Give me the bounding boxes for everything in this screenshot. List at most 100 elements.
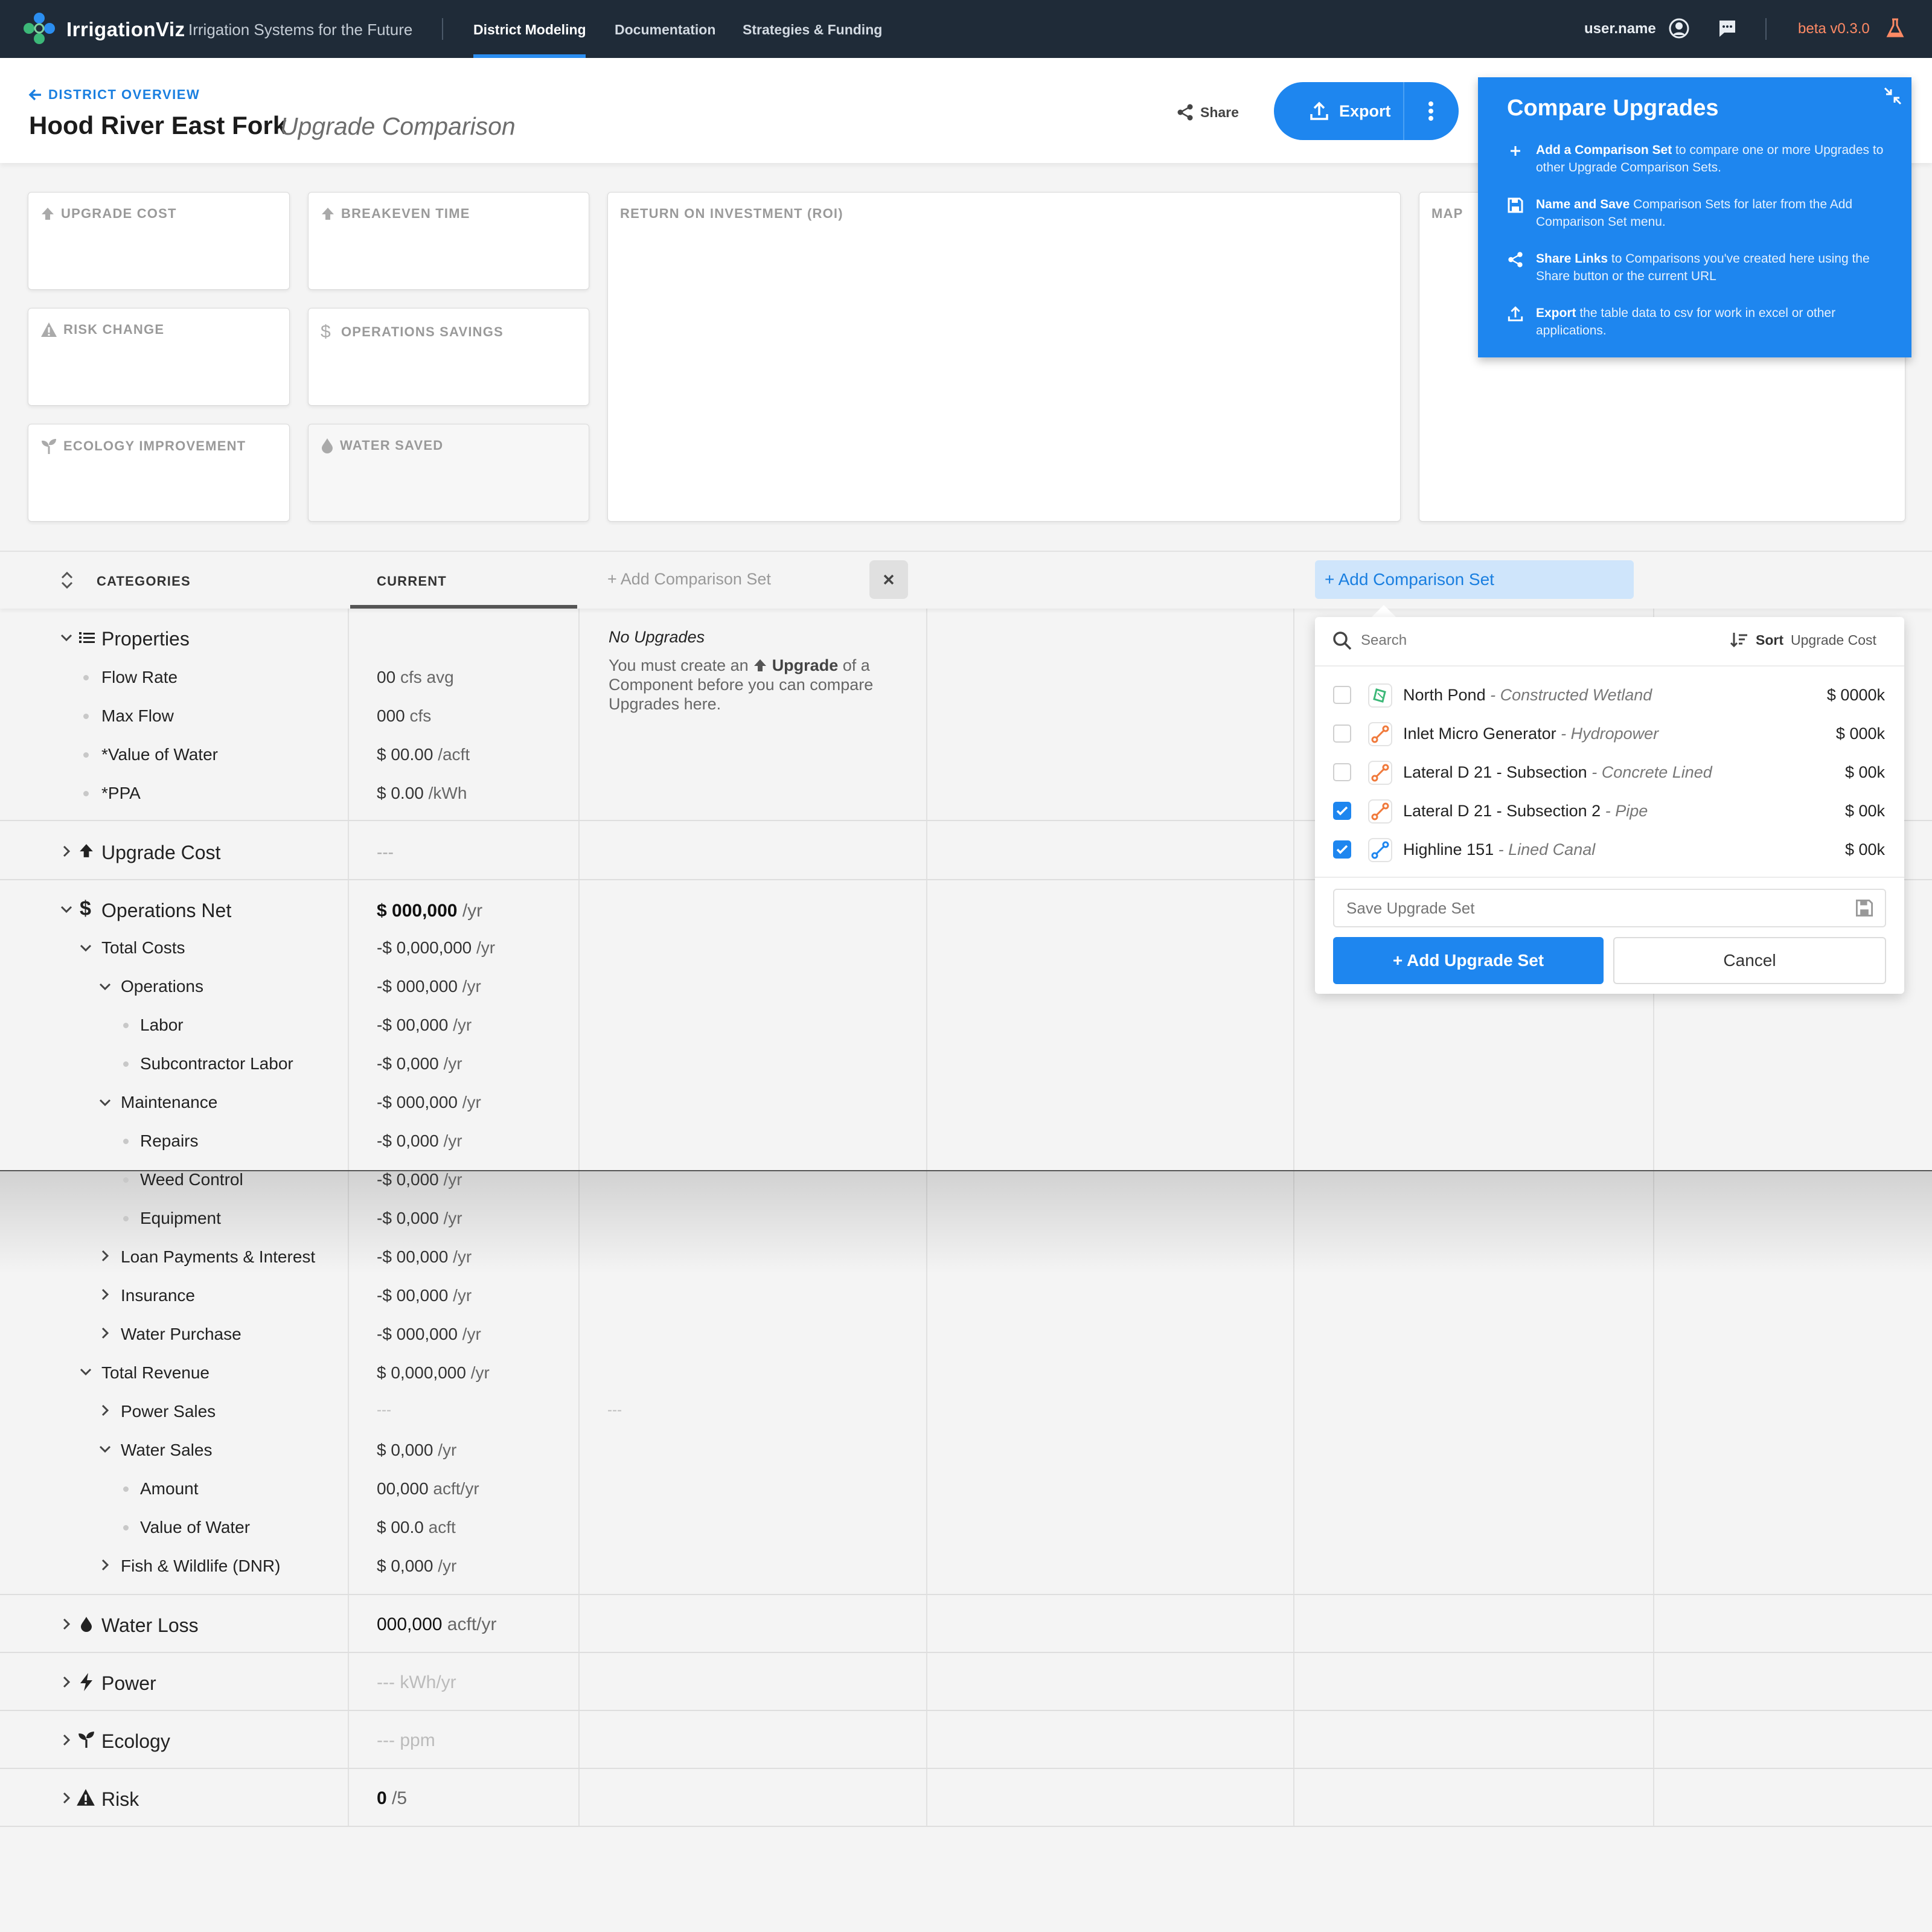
row-divider: [0, 1826, 1932, 1827]
bullet: [83, 752, 89, 758]
value-weed-control: -$ 0,000 /yr: [377, 1170, 462, 1189]
tip-title: Name and Save: [1536, 197, 1630, 211]
search-input[interactable]: [1361, 628, 1663, 653]
chevron-down-icon[interactable]: [59, 902, 74, 916]
bullet: [83, 791, 89, 796]
chevron-right-icon[interactable]: [98, 1287, 112, 1302]
brand-name[interactable]: IrrigationViz: [66, 18, 185, 41]
bullet: [123, 1177, 129, 1183]
value-ppa: $ 0.00 /kWh: [377, 784, 467, 802]
chevron-down-icon[interactable]: [78, 941, 93, 955]
feedback-chat-icon[interactable]: [1717, 18, 1738, 39]
row-risk[interactable]: Risk: [101, 1788, 139, 1811]
chevron-down-icon[interactable]: [98, 979, 112, 994]
row-power[interactable]: Power: [101, 1672, 156, 1695]
save-set-field: [1333, 889, 1886, 927]
chevron-down-icon[interactable]: [78, 1364, 93, 1379]
row-operations[interactable]: Operations: [121, 977, 203, 996]
row-subcontractor-labor: Subcontractor Labor: [140, 1054, 293, 1073]
brand-logo-icon[interactable]: [22, 11, 57, 46]
share-button[interactable]: Share: [1176, 99, 1239, 126]
cancel-button[interactable]: Cancel: [1613, 937, 1886, 984]
check-icon: [1336, 806, 1348, 816]
collapse-panel-icon[interactable]: [1882, 86, 1903, 106]
save-upgrade-set-input[interactable]: [1346, 897, 1841, 919]
row-total-costs[interactable]: Total Costs: [101, 938, 185, 958]
row-equipment: Equipment: [140, 1209, 221, 1227]
user-name[interactable]: user.name: [1584, 21, 1656, 37]
upgrade-option[interactable]: Inlet Micro Generator - Hydropower $ 000…: [1315, 714, 1904, 752]
nav-divider-right: [1765, 18, 1767, 40]
add-comparison-set-active-button[interactable]: + Add Comparison Set: [1315, 560, 1634, 599]
export-more-menu-button[interactable]: [1404, 82, 1457, 140]
chevron-right-icon[interactable]: [59, 1675, 74, 1689]
chevron-right-icon[interactable]: [98, 1249, 112, 1263]
version-badge[interactable]: beta v0.3.0: [1798, 21, 1870, 37]
chevron-right-icon[interactable]: [98, 1403, 112, 1418]
chevron-right-icon[interactable]: [59, 1791, 74, 1805]
row-fish-wildlife[interactable]: Fish & Wildlife (DNR): [121, 1556, 280, 1576]
option-label: Lateral D 21 - Subsection 2 - Pipe: [1403, 802, 1648, 820]
remove-comparison-button[interactable]: [869, 560, 908, 599]
arrow-up-icon: [42, 208, 54, 220]
back-link-district-overview[interactable]: DISTRICT OVERVIEW: [48, 87, 200, 103]
chevron-right-icon[interactable]: [98, 1558, 112, 1572]
row-ecology[interactable]: Ecology: [101, 1730, 170, 1753]
row-maintenance[interactable]: Maintenance: [121, 1093, 217, 1112]
option-checkbox-checked[interactable]: [1333, 840, 1351, 859]
row-total-revenue[interactable]: Total Revenue: [101, 1363, 210, 1383]
user-avatar-icon[interactable]: [1669, 18, 1689, 39]
value-labor: -$ 00,000 /yr: [377, 1016, 472, 1034]
option-checkbox[interactable]: [1333, 763, 1351, 781]
row-water-loss[interactable]: Water Loss: [101, 1614, 199, 1637]
sort-control[interactable]: Sort Upgrade Cost: [1729, 630, 1876, 650]
row-insurance[interactable]: Insurance: [121, 1286, 195, 1305]
canal-segment-icon: [1368, 838, 1392, 862]
upgrade-option[interactable]: Lateral D 21 - Subsection 2 - Pipe $ 00k: [1315, 791, 1904, 830]
row-operations-net[interactable]: Operations Net: [101, 900, 231, 922]
value-flow-rate: 00 cfs avg: [377, 668, 454, 686]
add-comparison-set-button[interactable]: + Add Comparison Set: [607, 570, 771, 589]
option-checkbox[interactable]: [1333, 686, 1351, 704]
upgrade-option[interactable]: Lateral D 21 - Subsection - Concrete Lin…: [1315, 752, 1904, 791]
add-comparison-dropdown: Sort Upgrade Cost North Pond - Construct…: [1315, 617, 1904, 994]
warning-icon: [41, 322, 57, 337]
arrow-up-icon: [754, 659, 767, 671]
chevron-right-icon[interactable]: [59, 1617, 74, 1631]
chevron-down-icon[interactable]: [98, 1442, 112, 1456]
card-roi: RETURN ON INVESTMENT (ROI): [607, 192, 1401, 522]
upgrade-option[interactable]: North Pond - Constructed Wetland $ 0000k: [1315, 675, 1904, 714]
save-icon: [1508, 197, 1523, 213]
add-upgrade-set-button[interactable]: + Add Upgrade Set: [1333, 937, 1604, 984]
card-label: MAP: [1431, 206, 1463, 221]
chevron-down-icon[interactable]: [59, 630, 74, 645]
row-properties[interactable]: Properties: [101, 628, 190, 650]
export-button[interactable]: Export: [1274, 82, 1404, 140]
upgrade-option[interactable]: Highline 151 - Lined Canal $ 00k: [1315, 830, 1904, 868]
nav-link-documentation[interactable]: Documentation: [615, 22, 715, 38]
chevron-right-icon[interactable]: [59, 1733, 74, 1747]
option-cost: $ 00k: [1844, 802, 1885, 820]
arrow-up-icon: [78, 843, 94, 859]
chevron-down-icon[interactable]: [98, 1095, 112, 1110]
sort-toggle-icon[interactable]: [59, 570, 75, 590]
row-upgrade-cost[interactable]: Upgrade Cost: [101, 842, 220, 864]
row-water-purchase[interactable]: Water Purchase: [121, 1325, 242, 1344]
option-checkbox[interactable]: [1333, 724, 1351, 743]
chevron-right-icon[interactable]: [59, 844, 74, 859]
save-icon[interactable]: [1855, 898, 1874, 918]
row-water-sales[interactable]: Water Sales: [121, 1441, 212, 1460]
back-arrow-icon[interactable]: [28, 87, 43, 103]
row-power-sales[interactable]: Power Sales: [121, 1402, 216, 1421]
nav-link-district-modeling[interactable]: District Modeling: [473, 22, 586, 38]
nav-link-strategies[interactable]: Strategies & Funding: [743, 22, 882, 38]
tip-title: Share Links: [1536, 252, 1608, 266]
chevron-right-icon[interactable]: [98, 1326, 112, 1340]
row-divider: [0, 1594, 1932, 1595]
card-breakeven-time: BREAKEVEN TIME: [308, 192, 589, 290]
card-label: ECOLOGY IMPROVEMENT: [63, 438, 246, 453]
value-maintenance: -$ 000,000 /yr: [377, 1093, 481, 1112]
option-checkbox-checked[interactable]: [1333, 802, 1351, 820]
row-loan-payments[interactable]: Loan Payments & Interest: [121, 1247, 315, 1267]
card-operations-savings: $ OPERATIONS SAVINGS: [308, 308, 589, 406]
